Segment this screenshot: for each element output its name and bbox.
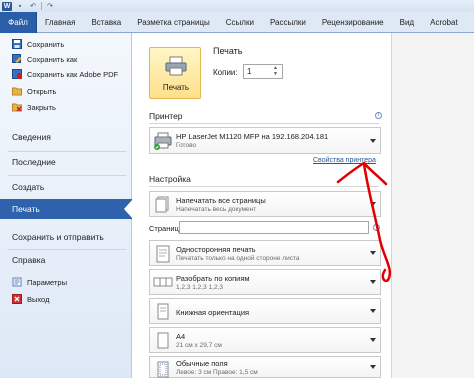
open-command[interactable]: Открыть [0,84,132,98]
save-as-icon [12,54,22,64]
printer-icon [165,56,187,76]
exit-command[interactable]: Выход [0,292,132,306]
print-range-title: Напечатать все страницы [176,196,266,205]
orientation-dropdown[interactable]: Книжная ориентация [149,298,381,324]
open-label: Открыть [27,86,57,96]
printer-heading: Принтер [149,111,183,121]
pages-icon [153,195,173,215]
save-as-command[interactable]: Сохранить как [0,52,132,66]
options-command[interactable]: Параметры [0,275,132,289]
tab-insert[interactable]: Вставка [83,12,129,33]
duplex-subtitle: Печатать только на одной стороне листа [176,255,300,262]
nav-divider [8,175,126,176]
collate-subtitle: 1,2,3 1,2,3 1,2,3 [176,284,223,291]
close-label: Закрыть [27,102,56,112]
backstage-nav: Сохранить Сохранить как Сохранить как Ad… [0,33,132,378]
close-document-icon [12,102,22,112]
toolbar-separator [41,2,42,10]
print-heading: Печать [213,46,243,56]
tab-view[interactable]: Вид [392,12,422,33]
tab-references[interactable]: Ссылки [218,12,262,33]
save-label: Сохранить [27,39,65,49]
print-button-label: Печать [162,83,190,92]
printer-status: Готово [176,142,197,149]
section-info[interactable]: Сведения [0,127,132,147]
active-section-pointer [124,199,133,219]
section-save-send[interactable]: Сохранить и отправить [0,227,132,247]
save-icon [12,39,22,49]
paper-size-icon [153,331,173,351]
undo-icon[interactable]: ↶ [28,2,38,11]
printer-icon [153,131,173,151]
tab-mailings[interactable]: Рассылки [262,12,314,33]
quick-access-toolbar: W ▪ ↶ ↷ [0,0,474,12]
printer-dropdown[interactable]: HP LaserJet M1120 MFP на 192.168.204.181… [149,127,381,154]
spin-down-icon[interactable]: ▼ [273,71,281,78]
copies-label: Копии: [213,68,238,77]
options-label: Параметры [27,277,67,287]
ribbon-tab-strip: W ▪ ↶ ↷ Файл Главная Вставка Разметка ст… [0,0,474,33]
save-as-pdf-command[interactable]: Сохранить как Adobe PDF [0,67,132,81]
chevron-down-icon [370,365,376,369]
save-icon[interactable]: ▪ [15,2,25,11]
paper-size-dropdown[interactable]: A4 21 см x 29,7 см [149,327,381,353]
save-as-label: Сохранить как [27,54,78,64]
portrait-icon [153,302,173,322]
collate-title: Разобрать по копиям [176,274,250,283]
chevron-down-icon [370,138,376,143]
section-new[interactable]: Создать [0,177,132,197]
exit-icon [12,294,22,304]
margins-title: Обычные поля [176,359,228,368]
margins-icon [153,360,173,378]
printer-name: HP LaserJet M1120 MFP на 192.168.204.181 [176,132,329,141]
annotation-arrow [336,161,392,283]
exit-label: Выход [27,294,50,304]
collate-icon [153,273,173,293]
options-icon [12,277,22,287]
save-as-pdf-label: Сохранить как Adobe PDF [27,69,119,79]
close-command[interactable]: Закрыть [0,100,132,114]
copies-spinner[interactable]: ▲ ▼ [273,65,281,78]
print-range-subtitle: Напечатать весь документ [176,206,257,213]
tab-file[interactable]: Файл [0,12,37,33]
chevron-down-icon [370,309,376,313]
copies-value: 1 [247,67,252,76]
open-folder-icon [12,86,22,96]
pdf-icon [12,69,22,79]
section-recent[interactable]: Последние [0,152,132,172]
print-button[interactable]: Печать [149,47,201,99]
paper-size-title: A4 [176,332,186,341]
section-help[interactable]: Справка [0,250,132,270]
one-sided-icon [153,244,173,264]
ribbon-tabs: Файл Главная Вставка Разметка страницы С… [0,12,466,33]
redo-icon[interactable]: ↷ [45,2,55,11]
word-app-icon: W [2,1,12,11]
paper-size-subtitle: 21 см x 29,7 см [176,342,222,349]
copies-input[interactable]: 1 ▲ ▼ [243,64,283,79]
tab-acrobat[interactable]: Acrobat [422,12,466,33]
margins-subtitle: Левое: 3 см Правое: 1,5 см [176,369,258,376]
chevron-down-icon [370,338,376,342]
margins-dropdown[interactable]: Обычные поля Левое: 3 см Правое: 1,5 см [149,356,381,378]
print-preview-pane [391,33,474,378]
section-rule [149,123,379,124]
settings-heading: Настройка [149,174,191,184]
tab-review[interactable]: Рецензирование [314,12,392,33]
section-print[interactable]: Печать [0,199,132,219]
orientation-title: Книжная ориентация [176,308,250,317]
info-icon[interactable]: i [375,112,382,119]
duplex-title: Односторонняя печать [176,245,256,254]
tab-home[interactable]: Главная [37,12,83,33]
tab-page-layout[interactable]: Разметка страницы [129,12,218,33]
save-command[interactable]: Сохранить [0,37,132,51]
